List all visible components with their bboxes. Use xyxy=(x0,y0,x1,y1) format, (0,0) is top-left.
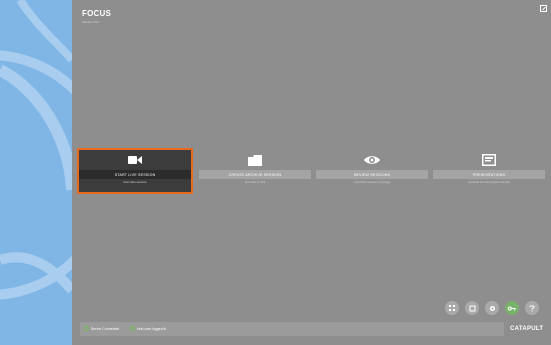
review-sessions-card[interactable]: REVIEW SESSIONS Load Focus session to pa… xyxy=(316,150,428,192)
review-sessions-subtitle: Load Focus session to package xyxy=(353,181,391,184)
hub-status: Hub user logged in xyxy=(130,326,166,331)
server-status-text: Server Connected xyxy=(91,326,120,331)
start-live-session-subtitle: Start video sessions xyxy=(123,181,147,184)
crop-icon[interactable] xyxy=(465,301,479,315)
server-status: Server Connected xyxy=(84,326,119,331)
review-sessions-button[interactable]: REVIEW SESSIONS xyxy=(316,170,428,179)
help-icon[interactable] xyxy=(525,301,539,315)
folder-icon xyxy=(199,150,311,170)
gear-icon[interactable] xyxy=(485,301,499,315)
app-version: Version 2.5.1 xyxy=(82,20,100,24)
presentations-card[interactable]: PRESENTATIONS Generate and view playlist… xyxy=(433,150,545,192)
create-archive-session-button[interactable]: CREATE ARCHIVE SESSION xyxy=(199,170,311,179)
catapult-logo: CATAPULT xyxy=(510,326,544,332)
start-live-session-button[interactable]: START LIVE SESSION xyxy=(79,170,191,179)
create-archive-session-subtitle: From files on disk xyxy=(244,181,266,184)
sidebar-art xyxy=(0,0,72,345)
presentations-button[interactable]: PRESENTATIONS xyxy=(433,170,545,179)
expand-icon[interactable] xyxy=(540,5,547,12)
bottom-toolbar xyxy=(445,301,539,315)
grid-icon[interactable] xyxy=(445,301,459,315)
hub-user-icon xyxy=(130,326,135,331)
server-connected-icon xyxy=(84,326,89,331)
video-camera-icon xyxy=(79,150,191,170)
app-title: FOCUS xyxy=(82,9,111,18)
start-live-session-card[interactable]: START LIVE SESSION Start video sessions xyxy=(77,148,193,194)
hub-status-text: Hub user logged in xyxy=(137,326,167,331)
presentation-icon xyxy=(433,150,545,170)
create-archive-session-card[interactable]: CREATE ARCHIVE SESSION From files on dis… xyxy=(199,150,311,192)
presentations-subtitle: Generate and view playlist materials xyxy=(468,181,510,184)
eye-icon xyxy=(316,150,428,170)
key-icon[interactable] xyxy=(505,301,519,315)
